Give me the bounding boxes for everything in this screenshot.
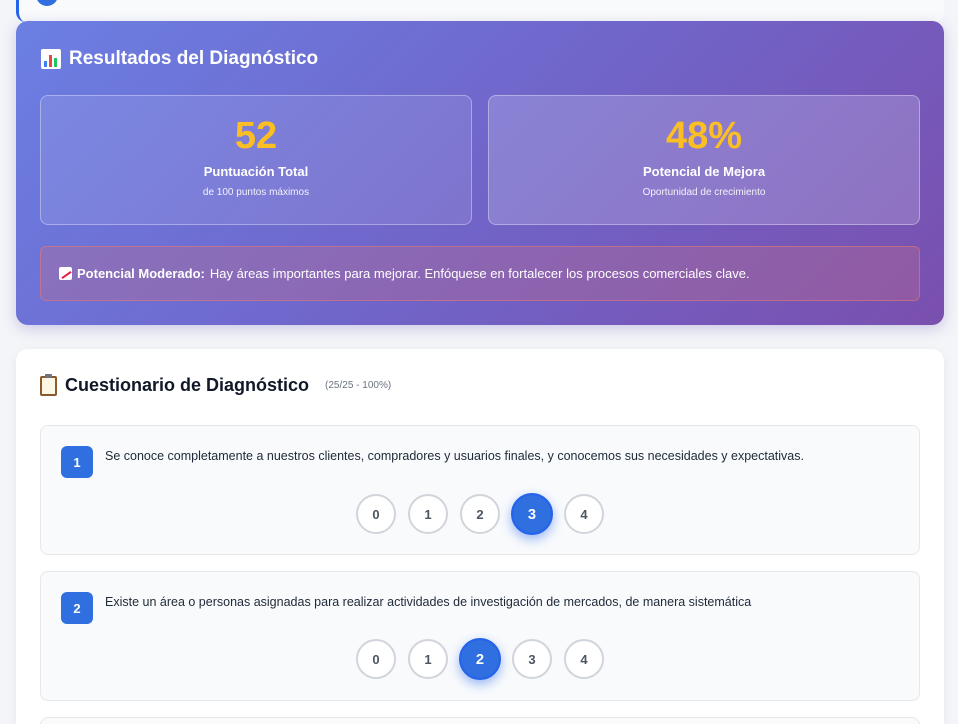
answer-option-0[interactable]: 0 xyxy=(356,494,396,534)
previous-card xyxy=(16,0,944,22)
question-number: 2 xyxy=(61,592,93,624)
potential-label: Potencial de Mejora xyxy=(642,164,766,179)
answer-option-1[interactable]: 1 xyxy=(408,494,448,534)
answer-options: 0 1 2 3 4 xyxy=(41,493,919,535)
questionnaire-header: Cuestionario de Diagnóstico (25/25 - 100… xyxy=(40,373,392,396)
potential-alert: Potencial Moderado: Hay áreas importante… xyxy=(40,246,920,301)
answer-option-1[interactable]: 1 xyxy=(408,639,448,679)
score-value: 52 xyxy=(234,115,278,157)
question-number: 1 xyxy=(61,446,93,478)
question-item-3 xyxy=(40,717,920,724)
question-text: Se conoce completamente a nuestros clien… xyxy=(105,449,804,463)
clipboard-icon xyxy=(40,373,57,396)
potential-box: 48% Potencial de Mejora Oportunidad de c… xyxy=(488,95,920,225)
answer-option-2-selected[interactable]: 2 xyxy=(459,638,501,680)
answer-option-2[interactable]: 2 xyxy=(460,494,500,534)
score-box: 52 Puntuación Total de 100 puntos máximo… xyxy=(40,95,472,225)
answer-option-4[interactable]: 4 xyxy=(564,639,604,679)
results-title: Resultados del Diagnóstico xyxy=(41,48,318,70)
question-item-1: 1 Se conoce completamente a nuestros cli… xyxy=(40,425,920,555)
questionnaire-progress: (25/25 - 100%) xyxy=(325,380,392,391)
score-label: Puntuación Total xyxy=(203,164,309,179)
answer-option-0[interactable]: 0 xyxy=(356,639,396,679)
alert-strong: Potencial Moderado: xyxy=(77,266,205,281)
answer-option-4[interactable]: 4 xyxy=(564,494,604,534)
answer-option-3-selected[interactable]: 3 xyxy=(511,493,553,535)
trend-chart-icon xyxy=(59,267,72,280)
results-title-text: Resultados del Diagnóstico xyxy=(69,48,319,69)
alert-text: Hay áreas importantes para mejorar. Enfó… xyxy=(209,266,750,281)
answer-option-3[interactable]: 3 xyxy=(512,639,552,679)
answer-options: 0 1 2 3 4 xyxy=(41,638,919,680)
question-text: Existe un área o personas asignadas para… xyxy=(105,595,752,609)
questionnaire-title: Cuestionario de Diagnóstico xyxy=(65,375,310,395)
potential-sub: Oportunidad de crecimiento xyxy=(642,187,766,198)
bar-chart-icon xyxy=(41,49,61,69)
score-sub: de 100 puntos máximos xyxy=(202,187,310,198)
potential-value: 48% xyxy=(665,115,743,157)
questionnaire-card: Cuestionario de Diagnóstico (25/25 - 100… xyxy=(16,349,944,724)
question-item-2: 2 Existe un área o personas asignadas pa… xyxy=(40,571,920,701)
results-card: Resultados del Diagnóstico 52 Puntuación… xyxy=(16,21,944,325)
